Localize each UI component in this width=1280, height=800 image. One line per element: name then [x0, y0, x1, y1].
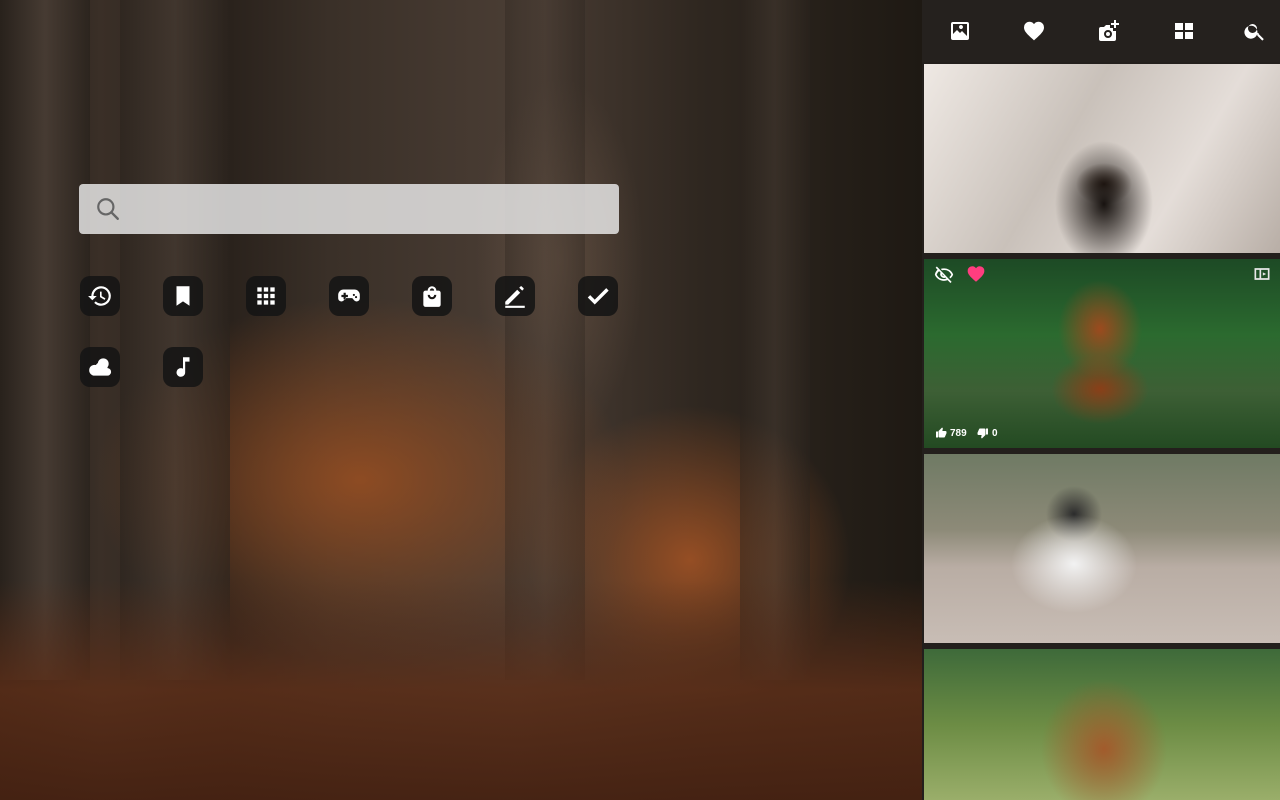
wallpaper-icon [951, 22, 969, 40]
shortcut-apps[interactable] [246, 276, 286, 316]
tree-trunk-midleft [120, 0, 230, 680]
add-photo-icon [1099, 20, 1119, 41]
edit-pencil-icon [505, 286, 525, 308]
favorite-active-heart-icon[interactable] [966, 264, 986, 284]
tree-trunk-center [505, 0, 585, 680]
gallery-toolbar [922, 0, 1280, 62]
tool-wallpaper[interactable] [947, 18, 973, 44]
likes-count: 789 [950, 427, 967, 439]
likes-stat: 789 [935, 427, 967, 439]
tool-favorites[interactable] [1021, 18, 1047, 44]
shortcut-history[interactable] [80, 276, 120, 316]
shortcut-shopping[interactable] [412, 276, 452, 316]
thumbs-up-icon[interactable] [935, 427, 947, 439]
shortcut-notes[interactable] [495, 276, 535, 316]
dislikes-stat: 0 [977, 427, 998, 439]
hide-icon[interactable] [934, 265, 954, 285]
thumbs-down-icon[interactable] [977, 427, 989, 439]
favorite-heart-icon [1023, 21, 1045, 41]
tool-add-photo[interactable] [1096, 18, 1122, 44]
set-wallpaper-icon[interactable] [1252, 264, 1272, 284]
shortcut-bookmarks[interactable] [163, 276, 203, 316]
tree-trunk-left [0, 0, 90, 680]
tool-gallery-grid[interactable] [1171, 18, 1197, 44]
search-icon [97, 198, 119, 220]
shortcut-tasks[interactable] [578, 276, 618, 316]
wallpaper-thumbnail-hovered[interactable]: 789 0 [924, 259, 1280, 448]
search-input[interactable] [121, 183, 619, 235]
apps-grid-icon [257, 287, 275, 305]
checkmark-icon [587, 288, 609, 305]
wallpaper-thumbnail[interactable] [924, 454, 1280, 643]
wallpaper-thumbnail[interactable] [924, 64, 1280, 253]
weather-icon [89, 358, 112, 376]
gamepad-icon [338, 289, 360, 302]
wallpaper-gallery-panel: 789 0 [922, 0, 1280, 800]
tool-search[interactable] [1242, 18, 1268, 44]
history-icon [88, 286, 111, 306]
shortcut-music[interactable] [163, 347, 203, 387]
shopping-bag-icon [423, 286, 441, 307]
background-wallpaper [0, 0, 922, 800]
search-bar[interactable] [79, 183, 619, 235]
bookmark-icon [176, 286, 190, 306]
dislikes-count: 0 [992, 427, 998, 439]
shortcut-weather[interactable] [80, 347, 120, 387]
gallery-grid-icon [1175, 23, 1193, 39]
wallpaper-thumbnail[interactable] [924, 649, 1280, 800]
search-icon [1244, 24, 1264, 41]
music-note-icon [176, 357, 190, 377]
shortcut-games[interactable] [329, 276, 369, 316]
tree-trunk-right [740, 0, 810, 680]
